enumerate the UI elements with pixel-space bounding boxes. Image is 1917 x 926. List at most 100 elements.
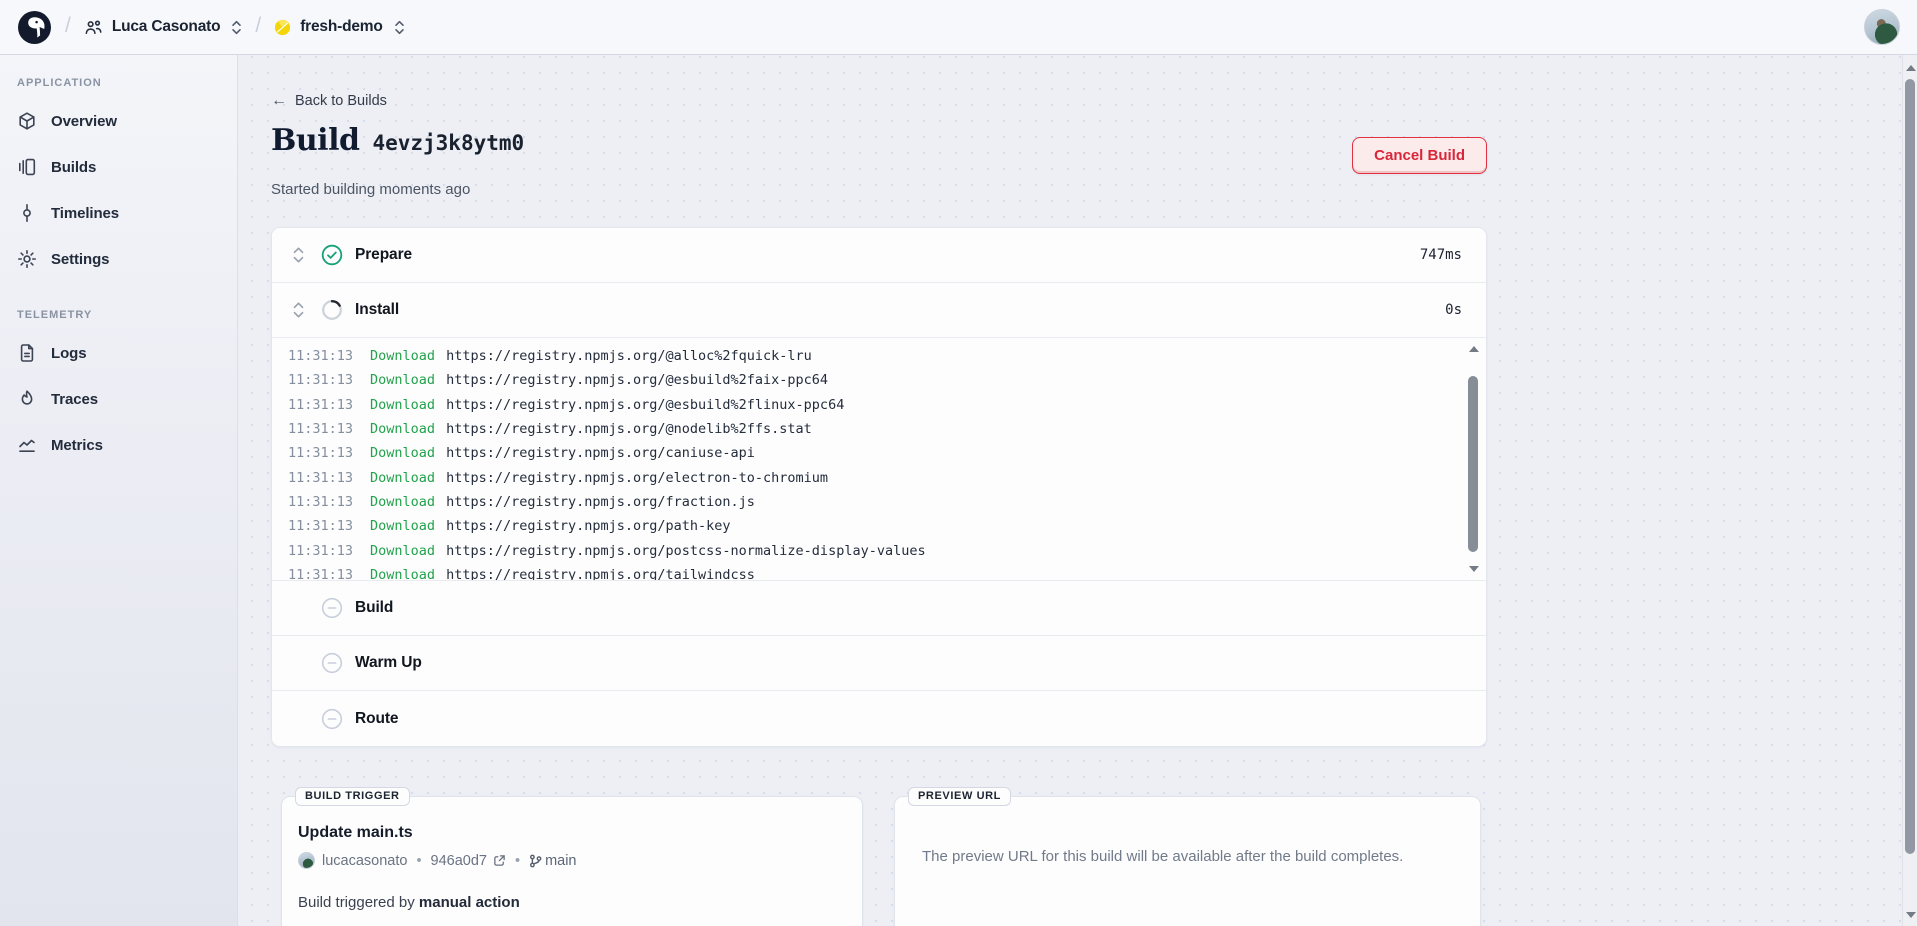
build-steps-panel: Prepare 747ms Install 0s — [271, 227, 1487, 747]
minus-circle-icon — [321, 652, 343, 674]
step-row-install[interactable]: Install 0s — [272, 283, 1486, 338]
log-timestamp: 11:31:13 — [288, 567, 353, 580]
log-timestamp: 11:31:13 — [288, 421, 353, 437]
step-label: Build — [355, 599, 393, 617]
check-circle-icon — [321, 244, 343, 266]
breadcrumb-org: Luca Casonato — [112, 18, 221, 36]
install-log: 11:31:13 Download https://registry.npmjs.o… — [272, 338, 1462, 580]
preview-url-card: PREVIEW URL The preview URL for this bui… — [894, 796, 1481, 926]
sidebar-item-label: Builds — [51, 159, 96, 176]
log-line: 11:31:13 Download https://registry.npmjs.o… — [288, 417, 1462, 441]
log-level: Download — [370, 372, 435, 388]
log-line: 11:31:13Downloadhttps://registry.npmjs.o… — [288, 393, 1462, 417]
sidebar-item-builds[interactable]: Builds — [0, 144, 237, 190]
log-timestamp: 11:31:13 — [288, 494, 353, 510]
sidebar-item-settings[interactable]: Settings — [0, 236, 237, 282]
log-scrollbar-thumb[interactable] — [1468, 376, 1478, 552]
page-scrollbar[interactable] — [1902, 55, 1917, 926]
sidebar-item-label: Settings — [51, 251, 109, 268]
trigger-prefix: Build triggered by — [298, 894, 419, 911]
page-scrollbar-thumb[interactable] — [1905, 79, 1915, 854]
log-message: https://registry.npmjs.org/@esbuild%2fli… — [446, 397, 844, 413]
sidebar-item-traces[interactable]: Traces — [0, 376, 237, 422]
minus-circle-icon — [321, 597, 343, 619]
step-row-build[interactable]: Build — [272, 581, 1486, 636]
commit-sha: 946a0d7 — [431, 853, 487, 869]
step-label: Warm Up — [355, 654, 422, 672]
log-message: https://registry.npmjs.org/tailwindcss — [446, 567, 755, 580]
flame-icon — [17, 389, 37, 409]
spinner-icon — [321, 299, 343, 321]
sidebar-item-overview[interactable]: Overview — [0, 98, 237, 144]
project-switcher[interactable]: fresh-demo — [274, 18, 404, 36]
breadcrumb-separator: / — [255, 14, 261, 38]
log-level: Download — [370, 421, 435, 437]
chevrons-up-down-icon[interactable] — [292, 300, 305, 320]
cancel-build-button[interactable]: Cancel Build — [1352, 137, 1487, 174]
topbar: / Luca Casonato / fresh-demo — [0, 0, 1917, 55]
scroll-up-arrow[interactable] — [1466, 342, 1481, 356]
log-message: https://registry.npmjs.org/fraction.js — [446, 494, 755, 510]
log-timestamp: 11:31:13 — [288, 445, 353, 461]
sidebar-item-timelines[interactable]: Timelines — [0, 190, 237, 236]
back-link-label: Back to Builds — [295, 93, 387, 109]
deno-logo-icon[interactable] — [17, 10, 52, 45]
log-message: https://registry.npmjs.org/@nodelib%2ffs… — [446, 421, 812, 437]
log-level: Download — [370, 348, 435, 364]
breadcrumb-separator: / — [65, 14, 71, 38]
chevron-up-down-icon — [394, 19, 405, 36]
trigger-type: manual action — [419, 894, 520, 911]
log-timestamp: 11:31:13 — [288, 470, 353, 486]
log-timestamp: 11:31:13 — [288, 397, 353, 413]
commit-sha-link[interactable]: 946a0d7 — [431, 853, 506, 869]
build-status-subtitle: Started building moments ago — [271, 181, 1487, 198]
log-line: 11:31:13Downloadhttps://registry.npmjs.o… — [288, 563, 1462, 580]
log-message: https://registry.npmjs.org/@alloc%2fquic… — [446, 348, 812, 364]
sidebar-section-telemetry: TELEMETRY — [0, 299, 237, 330]
step-row-route[interactable]: Route — [272, 691, 1486, 746]
gear-icon — [17, 249, 37, 269]
sidebar-item-logs[interactable]: Logs — [0, 330, 237, 376]
step-label: Install — [355, 301, 399, 319]
branch-name: main — [545, 853, 576, 869]
back-arrow-icon: ← — [271, 92, 287, 110]
git-branch-icon — [529, 854, 542, 868]
log-level: Download — [370, 543, 435, 559]
step-duration: 0s — [1445, 302, 1462, 318]
step-label: Route — [355, 710, 398, 728]
log-level: Download — [370, 494, 435, 510]
sidebar-item-metrics[interactable]: Metrics — [0, 422, 237, 468]
log-line: 11:31:13Downloadhttps://registry.npmjs.o… — [288, 538, 1462, 562]
scroll-down-arrow[interactable] — [1903, 908, 1917, 922]
sidebar-item-label: Timelines — [51, 205, 119, 222]
trigger-description: Build triggered by manual action — [298, 894, 846, 911]
back-to-builds-link[interactable]: ← Back to Builds — [271, 92, 387, 110]
log-level: Download — [370, 445, 435, 461]
meta-separator: • — [416, 853, 421, 869]
card-label: BUILD TRIGGER — [295, 787, 410, 806]
card-label: PREVIEW URL — [908, 787, 1011, 806]
scroll-up-arrow[interactable] — [1903, 61, 1917, 75]
sidebar-item-label: Logs — [51, 345, 86, 362]
build-trigger-card: BUILD TRIGGER Update main.ts lucacasonat… — [281, 796, 863, 926]
minus-circle-icon — [321, 708, 343, 730]
panels-icon — [17, 157, 37, 177]
install-log-area: 11:31:13 Download https://registry.npmjs.o… — [272, 338, 1486, 581]
log-scrollbar[interactable] — [1466, 340, 1481, 578]
org-switcher[interactable]: Luca Casonato — [84, 18, 243, 37]
preview-url-message: The preview URL for this build will be a… — [922, 848, 1464, 865]
step-row-warm-up[interactable]: Warm Up — [272, 636, 1486, 691]
chevrons-up-down-icon[interactable] — [292, 245, 305, 265]
log-message: https://registry.npmjs.org/postcss-norma… — [446, 543, 926, 559]
log-line: 11:31:13Downloadhttps://registry.npmjs.o… — [288, 441, 1462, 465]
step-row-prepare[interactable]: Prepare 747ms — [272, 228, 1486, 283]
user-avatar[interactable] — [1864, 9, 1900, 45]
users-icon — [84, 18, 103, 37]
step-label: Prepare — [355, 246, 412, 264]
log-level: Download — [370, 518, 435, 534]
main-content: ← Back to Builds Build 4evzj3k8ytm0 Canc… — [238, 55, 1917, 926]
sidebar-item-label: Overview — [51, 113, 117, 130]
scroll-down-arrow[interactable] — [1466, 562, 1481, 576]
log-line: 11:31:13Downloadhttps://registry.npmjs.o… — [288, 344, 1462, 368]
log-line: 11:31:13Downloadhttps://registry.npmjs.o… — [288, 368, 1462, 392]
